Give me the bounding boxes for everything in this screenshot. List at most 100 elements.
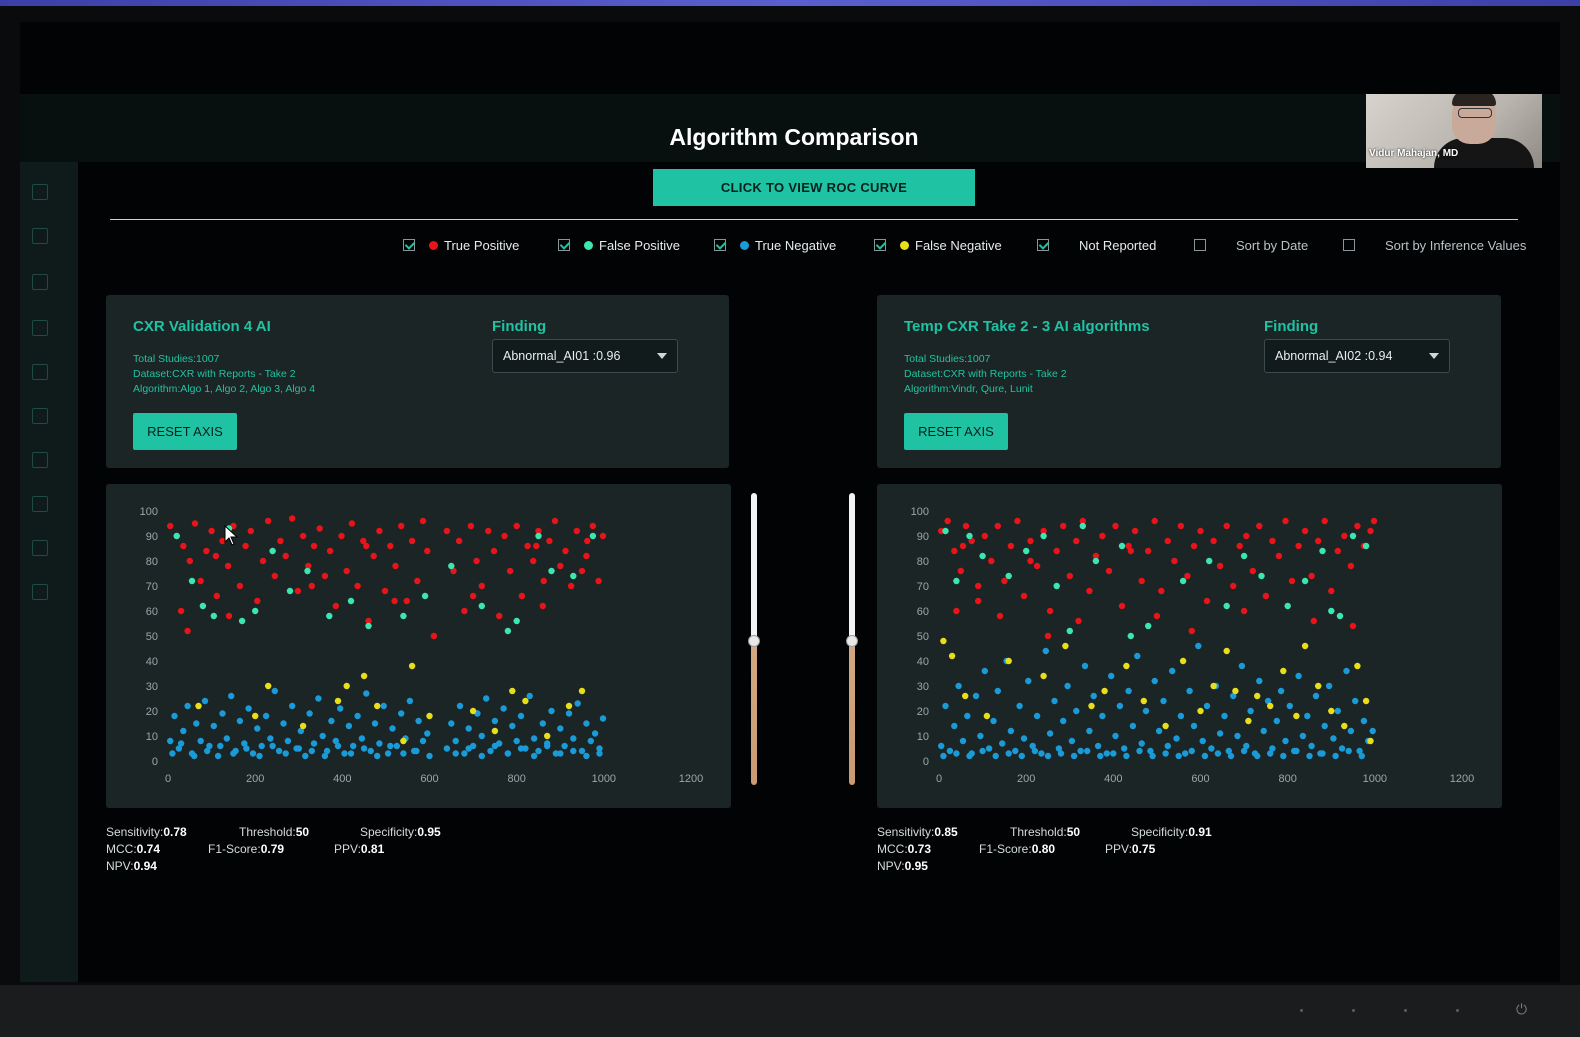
point-true-positive[interactable] (242, 542, 249, 550)
point-true-positive[interactable] (1334, 547, 1341, 555)
point-false-negative[interactable] (334, 697, 342, 705)
point-true-negative[interactable] (1277, 687, 1285, 695)
point-true-negative[interactable] (1282, 737, 1289, 745)
point-false-positive[interactable] (504, 627, 512, 635)
point-false-negative[interactable] (408, 662, 416, 670)
point-true-negative[interactable] (204, 747, 211, 755)
point-true-negative[interactable] (959, 737, 967, 745)
point-true-negative[interactable] (1293, 747, 1300, 755)
point-true-positive[interactable] (562, 547, 569, 555)
point-true-negative[interactable] (1020, 735, 1028, 742)
point-true-negative[interactable] (1299, 732, 1307, 740)
left-threshold-slider[interactable] (748, 493, 760, 785)
legend-item-false-negative[interactable]: False Negative (874, 235, 1002, 255)
point-true-negative[interactable] (295, 745, 302, 752)
point-true-negative[interactable] (1103, 750, 1110, 757)
point-true-positive[interactable] (567, 582, 575, 590)
point-false-positive[interactable] (1319, 547, 1326, 555)
point-true-positive[interactable] (1256, 522, 1263, 530)
point-true-negative[interactable] (596, 750, 603, 757)
point-false-negative[interactable] (1223, 647, 1230, 655)
point-true-negative[interactable] (267, 735, 274, 742)
point-true-negative[interactable] (1116, 702, 1124, 710)
point-false-positive[interactable] (535, 532, 542, 540)
point-false-positive[interactable] (513, 617, 520, 625)
point-true-positive[interactable] (1190, 542, 1198, 550)
point-true-positive[interactable] (1249, 567, 1256, 575)
point-true-positive[interactable] (1131, 527, 1139, 535)
point-true-positive[interactable] (957, 567, 964, 575)
point-true-positive[interactable] (994, 522, 1001, 530)
point-false-positive[interactable] (210, 612, 217, 620)
point-true-negative[interactable] (1044, 752, 1052, 760)
point-true-negative[interactable] (574, 700, 581, 707)
point-true-negative[interactable] (1007, 727, 1015, 735)
point-false-positive[interactable] (1023, 547, 1030, 555)
point-true-negative[interactable] (282, 750, 289, 757)
point-true-positive[interactable] (455, 537, 463, 545)
point-true-positive[interactable] (469, 592, 477, 600)
point-false-negative[interactable] (578, 687, 586, 695)
point-true-positive[interactable] (259, 557, 267, 565)
point-true-negative[interactable] (167, 737, 174, 745)
point-true-positive[interactable] (573, 527, 580, 535)
point-true-negative[interactable] (1070, 752, 1078, 760)
point-true-positive[interactable] (1349, 622, 1357, 630)
point-true-positive[interactable] (1236, 542, 1243, 550)
point-true-negative[interactable] (570, 735, 577, 742)
point-true-negative[interactable] (946, 747, 954, 755)
point-false-positive[interactable] (589, 532, 597, 540)
point-true-negative[interactable] (1312, 692, 1320, 700)
point-false-positive[interactable] (1301, 577, 1309, 585)
point-true-negative[interactable] (452, 750, 459, 757)
point-true-positive[interactable] (1033, 562, 1041, 570)
point-true-positive[interactable] (1310, 617, 1317, 625)
point-true-positive[interactable] (506, 567, 514, 575)
point-true-negative[interactable] (1073, 707, 1080, 715)
point-true-negative[interactable] (1358, 752, 1365, 760)
point-false-negative[interactable] (1162, 722, 1169, 730)
point-true-positive[interactable] (180, 542, 187, 550)
point-true-positive[interactable] (1223, 522, 1230, 530)
point-true-positive[interactable] (1053, 547, 1060, 555)
point-true-positive[interactable] (1027, 537, 1034, 545)
point-false-negative[interactable] (1254, 692, 1261, 700)
point-true-negative[interactable] (1175, 752, 1182, 760)
point-true-negative[interactable] (384, 750, 392, 757)
point-true-positive[interactable] (1086, 587, 1093, 595)
point-true-positive[interactable] (1145, 547, 1152, 555)
point-true-negative[interactable] (180, 727, 187, 735)
point-true-negative[interactable] (1256, 677, 1263, 685)
point-false-negative[interactable] (544, 732, 551, 740)
point-true-negative[interactable] (1121, 745, 1128, 752)
point-true-positive[interactable] (354, 582, 361, 590)
point-false-negative[interactable] (1280, 667, 1287, 675)
point-true-negative[interactable] (1068, 737, 1076, 745)
point-true-negative[interactable] (380, 702, 387, 710)
point-true-positive[interactable] (1295, 542, 1302, 550)
point-true-negative[interactable] (483, 695, 490, 702)
point-true-negative[interactable] (1129, 722, 1137, 730)
point-true-negative[interactable] (1108, 672, 1115, 680)
point-true-negative[interactable] (953, 750, 960, 757)
point-true-positive[interactable] (1210, 537, 1217, 545)
point-true-negative[interactable] (977, 732, 984, 740)
point-true-negative[interactable] (1046, 730, 1054, 737)
point-true-positive[interactable] (1282, 517, 1289, 525)
point-false-negative[interactable] (426, 712, 433, 720)
point-true-negative[interactable] (504, 750, 512, 757)
point-true-negative[interactable] (1162, 750, 1169, 757)
point-true-negative[interactable] (1343, 667, 1350, 675)
point-true-positive[interactable] (1044, 632, 1052, 640)
point-true-negative[interactable] (319, 732, 326, 740)
point-true-negative[interactable] (992, 752, 999, 760)
point-false-positive[interactable] (421, 592, 429, 600)
point-true-positive[interactable] (530, 557, 537, 565)
point-true-negative[interactable] (1033, 712, 1041, 720)
point-true-negative[interactable] (964, 712, 971, 720)
point-true-negative[interactable] (509, 722, 516, 730)
point-true-negative[interactable] (243, 745, 250, 752)
point-true-negative[interactable] (1016, 702, 1023, 710)
point-true-negative[interactable] (478, 752, 485, 760)
point-true-positive[interactable] (1158, 587, 1165, 595)
